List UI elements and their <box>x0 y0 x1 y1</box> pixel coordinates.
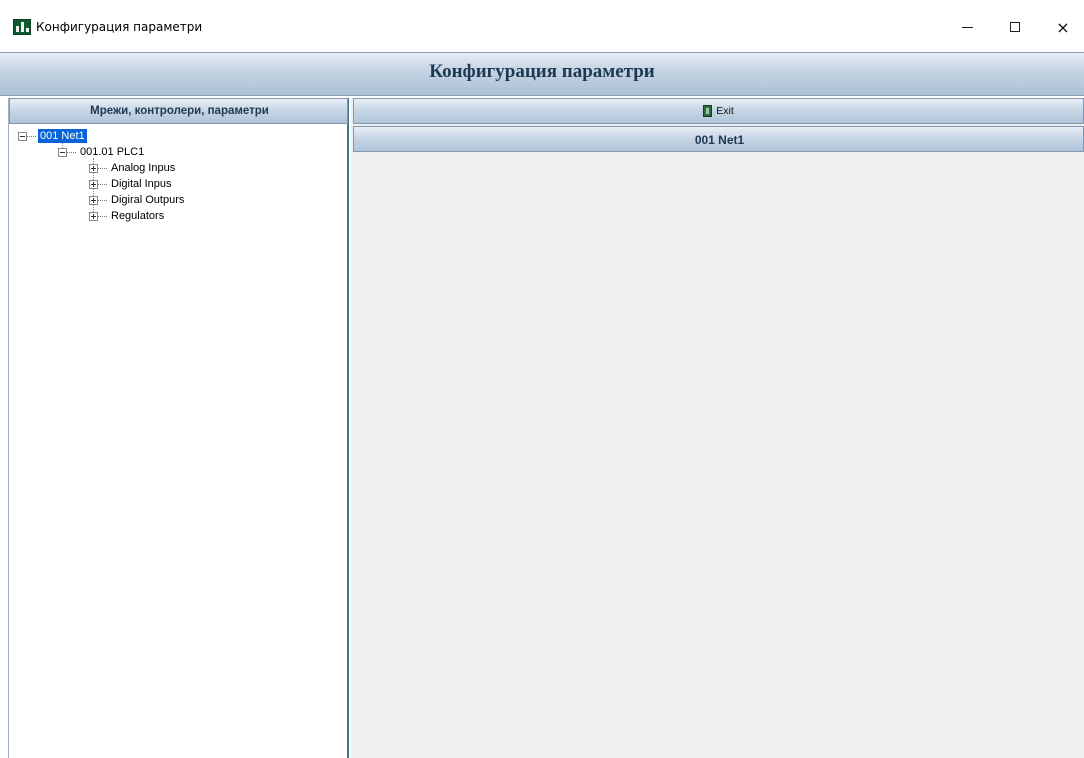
window-title: Конфигурация параметри <box>36 20 203 34</box>
maximize-icon <box>1010 22 1020 32</box>
tree-node-group[interactable]: Digiral Outpurs <box>89 192 186 208</box>
tree-node-label[interactable]: Analog Inpus <box>109 161 177 175</box>
exit-door-icon <box>703 105 713 117</box>
content-panel: Exit 001 Net1 <box>351 98 1084 758</box>
minimize-icon <box>961 26 973 28</box>
tree-dots <box>98 215 107 217</box>
tree-dots <box>67 151 76 153</box>
tree-node-group[interactable]: Digital Inpus <box>89 176 174 192</box>
tree-panel-header-label: Мрежи, контролери, параметри <box>90 105 269 117</box>
tree-dots <box>98 167 107 169</box>
maximize-button[interactable] <box>992 10 1038 44</box>
expand-icon[interactable] <box>89 179 98 189</box>
app-banner: Конфигурация параметри <box>0 52 1084 96</box>
tree-node-group[interactable]: Regulators <box>89 208 166 224</box>
tree-dots <box>98 199 107 201</box>
title-bar: Конфигурация параметри × <box>0 0 1084 52</box>
tree-node-controller[interactable]: 001.01 PLC1 <box>58 144 146 160</box>
tree-panel-header: Мрежи, контролери, параметри <box>9 98 348 124</box>
tree-node-label[interactable]: Digiral Outpurs <box>109 193 186 207</box>
tree-node-label[interactable]: Digital Inpus <box>109 177 174 191</box>
minimize-button[interactable] <box>944 10 990 44</box>
tree-dots <box>98 183 107 185</box>
tree-node-label[interactable]: 001 Net1 <box>37 128 88 144</box>
expand-icon[interactable] <box>89 195 98 205</box>
app-icon <box>13 19 31 35</box>
tree-node-net[interactable]: 001 Net1 <box>18 128 88 144</box>
exit-button-label: Exit <box>716 105 734 117</box>
expand-icon[interactable] <box>89 163 98 173</box>
expand-icon[interactable] <box>89 211 98 221</box>
tree-node-label[interactable]: Regulators <box>109 209 166 223</box>
close-icon: × <box>1056 17 1070 37</box>
collapse-icon[interactable] <box>18 131 27 141</box>
tree-dots <box>27 135 36 137</box>
tree-node-group[interactable]: Analog Inpus <box>89 160 177 176</box>
close-button[interactable]: × <box>1040 10 1084 44</box>
exit-button[interactable]: Exit <box>353 98 1084 124</box>
tree-node-label[interactable]: 001.01 PLC1 <box>78 145 146 159</box>
tree-panel: Мрежи, контролери, параметри 001 Net1 00… <box>8 98 349 758</box>
net-header: 001 Net1 <box>353 126 1084 152</box>
net-header-label: 001 Net1 <box>694 133 745 147</box>
banner-title: Конфигурация параметри <box>429 61 655 82</box>
collapse-icon[interactable] <box>58 147 67 157</box>
